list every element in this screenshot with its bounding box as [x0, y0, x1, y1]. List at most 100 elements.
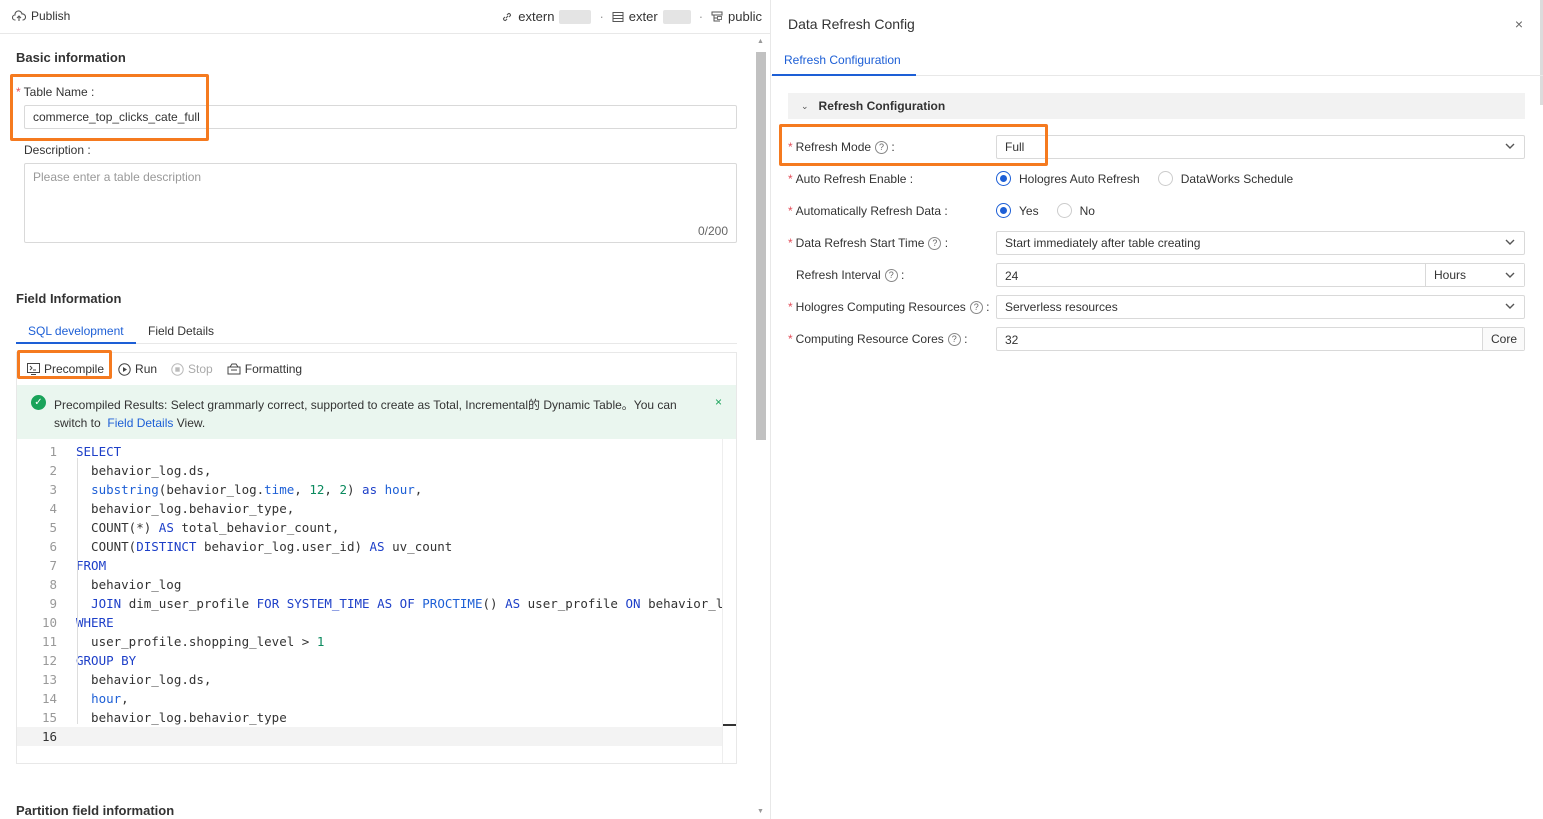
radio-yes[interactable]: Yes: [996, 203, 1039, 218]
run-button[interactable]: Run: [118, 362, 157, 376]
breadcrumb-item-database[interactable]: exter: [612, 9, 691, 24]
radio-unchecked-icon: [1157, 171, 1173, 186]
line-number: 14: [41, 691, 57, 706]
code-line[interactable]: 12 GROUP BY: [17, 651, 722, 670]
radio-no[interactable]: No: [1056, 203, 1095, 218]
auto-refresh-data-label: * Automatically Refresh Data :: [788, 204, 948, 218]
alert-close-icon[interactable]: ×: [715, 395, 722, 409]
scroll-down-icon[interactable]: ▼: [757, 808, 764, 815]
breadcrumb-separator: ·: [698, 9, 704, 24]
code-line[interactable]: 2 behavior_log.ds,: [17, 461, 722, 480]
help-icon[interactable]: ?: [884, 268, 898, 282]
code-line[interactable]: 16: [17, 727, 722, 746]
line-number: 1: [49, 444, 57, 459]
interval-unit-select[interactable]: Hours: [1425, 264, 1524, 286]
start-time-label: * Data Refresh Start Time? :: [788, 236, 949, 250]
format-brush-icon: [227, 363, 241, 375]
help-icon[interactable]: ?: [947, 332, 961, 346]
computing-resources-select[interactable]: Serverless resources: [996, 295, 1525, 319]
help-icon[interactable]: ?: [875, 140, 889, 154]
refresh-interval-field: 24 Hours: [996, 263, 1525, 287]
code-text: COUNT(DISTINCT behavior_log.user_id) AS …: [76, 539, 453, 554]
sql-editor-container: Precompile Run Stop Formatting ✓ Precomp…: [16, 352, 737, 764]
precompile-icon: [27, 363, 40, 375]
stop-button[interactable]: Stop: [171, 362, 213, 376]
description-placeholder: Please enter a table description: [33, 170, 202, 184]
refresh-mode-label: * Refresh Mode? :: [788, 140, 895, 154]
code-line[interactable]: 14 hour,: [17, 689, 722, 708]
code-line[interactable]: 7 FROM: [17, 556, 722, 575]
field-info-tabs: SQL development Field Details: [16, 322, 737, 344]
scroll-up-icon[interactable]: ▲: [757, 38, 764, 45]
code-line[interactable]: 4 behavior_log.behavior_type,: [17, 499, 722, 518]
cores-field: 32 Core: [996, 327, 1525, 351]
code-line[interactable]: 15 behavior_log.behavior_type: [17, 708, 722, 727]
line-number: 3: [49, 482, 57, 497]
chevron-down-icon: [1505, 239, 1515, 245]
radio-unchecked-icon: [1056, 203, 1072, 218]
scrollbar-thumb[interactable]: [756, 52, 766, 440]
radio-dataworks-schedule[interactable]: DataWorks Schedule: [1157, 171, 1293, 186]
code-line[interactable]: 13 behavior_log.ds,: [17, 670, 722, 689]
start-time-select[interactable]: Start immediately after table creating: [996, 231, 1525, 255]
page-scrollbar[interactable]: ▲ ▼: [754, 36, 768, 819]
precompile-button[interactable]: Precompile: [27, 362, 104, 376]
code-line[interactable]: 5 COUNT(*) AS total_behavior_count,: [17, 518, 722, 537]
table-name-input[interactable]: commerce_top_clicks_cate_full: [24, 105, 737, 129]
line-number: 8: [49, 577, 57, 592]
breadcrumb-item-connection[interactable]: extern: [501, 9, 592, 24]
breadcrumb-label: exter: [628, 9, 658, 24]
tab-ink-bar: [772, 74, 916, 76]
tab-refresh-configuration[interactable]: Refresh Configuration: [784, 53, 901, 67]
radio-checked-icon: [996, 203, 1011, 218]
field-details-link[interactable]: Field Details: [107, 416, 173, 430]
line-number: 5: [49, 520, 57, 535]
code-line[interactable]: 11 user_profile.shopping_level > 1: [17, 632, 722, 651]
chevron-down-icon: [1505, 272, 1515, 278]
refresh-mode-select[interactable]: Full: [996, 135, 1525, 159]
tab-sql-development[interactable]: SQL development: [28, 324, 124, 338]
description-textarea[interactable]: Please enter a table description 0/200: [24, 163, 737, 243]
char-counter: 0/200: [697, 224, 728, 238]
refresh-interval-input[interactable]: 24: [1005, 269, 1018, 283]
close-icon[interactable]: ×: [1515, 16, 1523, 32]
radio-checked-icon: [996, 171, 1011, 186]
cores-input[interactable]: 32: [1005, 333, 1018, 347]
help-icon[interactable]: ?: [928, 236, 942, 250]
breadcrumb-item-schema[interactable]: public: [711, 9, 762, 24]
chevron-down-icon: [1505, 303, 1515, 309]
auto-refresh-enable-radio-group: Hologres Auto Refresh DataWorks Schedule: [996, 171, 1293, 186]
chevron-down-icon: ⌄: [801, 100, 809, 111]
basic-info-title: Basic information: [16, 50, 126, 65]
code-line[interactable]: 6 COUNT(DISTINCT behavior_log.user_id) A…: [17, 537, 722, 556]
tab-field-details[interactable]: Field Details: [148, 324, 214, 338]
line-number: 16: [41, 729, 57, 744]
schema-icon: [711, 11, 723, 21]
sql-code-editor[interactable]: 16 15 behavior_log.behavior_type 14 hour, 1…: [17, 439, 736, 763]
radio-hologres-auto-refresh[interactable]: Hologres Auto Refresh: [996, 171, 1140, 186]
run-label: Run: [135, 362, 158, 376]
breadcrumb: extern · exter · public: [501, 9, 762, 24]
partition-info-title: Partition field information: [16, 803, 175, 818]
code-line[interactable]: 1 SELECT: [17, 442, 722, 461]
sql-toolbar: Precompile Run Stop Formatting: [17, 353, 736, 385]
code-line[interactable]: 9 JOIN dim_user_profile FOR SYSTEM_TIME …: [17, 594, 723, 613]
code-line[interactable]: 8 behavior_log: [17, 575, 722, 594]
auto-refresh-enable-label: * Auto Refresh Enable :: [788, 172, 914, 186]
formatting-button[interactable]: Formatting: [227, 362, 302, 376]
publish-button[interactable]: Publish: [12, 9, 70, 23]
editor-header: Publish extern · exter · public: [0, 0, 770, 34]
refresh-config-collapse-header[interactable]: ⌄ Refresh Configuration: [788, 93, 1525, 119]
editor-scrollbar[interactable]: [722, 439, 736, 763]
start-time-value: Start immediately after table creating: [1005, 236, 1201, 250]
code-text: GROUP BY: [76, 653, 137, 668]
code-line[interactable]: 10 WHERE: [17, 613, 722, 632]
formatting-label: Formatting: [244, 362, 303, 376]
link-icon: [503, 12, 512, 21]
help-icon[interactable]: ?: [969, 300, 983, 314]
code-line[interactable]: 3 substring(behavior_log.time, 12, 2) as…: [17, 480, 722, 499]
line-number: 10: [41, 615, 57, 630]
refresh-interval-label: Refresh Interval? :: [796, 268, 905, 282]
precompile-label: Precompile: [44, 362, 105, 376]
code-text: user_profile.shopping_level > 1: [76, 634, 325, 649]
